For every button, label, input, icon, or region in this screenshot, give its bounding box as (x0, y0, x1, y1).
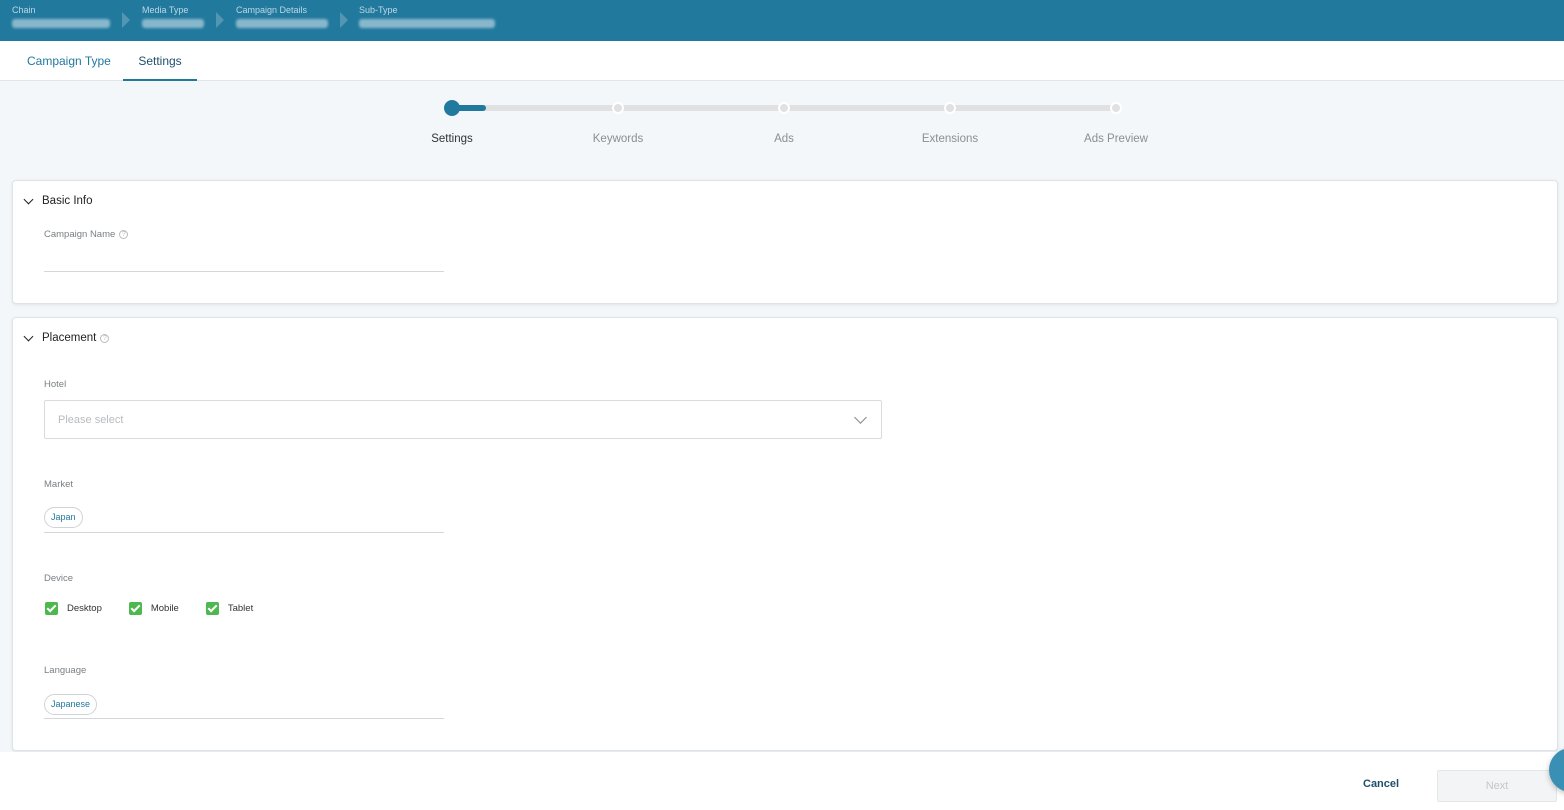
basic-info-title: Basic Info (42, 195, 93, 207)
checkbox-checked-icon[interactable] (45, 602, 58, 615)
step-label-settings: Settings (431, 133, 473, 145)
placement-title: Placement (42, 332, 97, 344)
device-checkbox-group: Desktop Mobile Tablet (45, 602, 280, 615)
footer-bar: Cancel Next (0, 752, 1564, 810)
breadcrumb-value-blurred (12, 19, 110, 28)
help-icon[interactable]: ? (119, 230, 129, 239)
breadcrumb-value-blurred (359, 19, 495, 28)
step-dot-ads-preview[interactable] (1110, 102, 1122, 114)
device-checkbox-tablet[interactable]: Tablet (205, 602, 254, 615)
step-label-extensions: Extensions (921, 133, 979, 145)
help-icon[interactable]: ? (100, 333, 110, 343)
tab-settings[interactable]: Settings (123, 41, 197, 81)
step-dot-ads[interactable] (778, 102, 790, 114)
chevron-down-icon (854, 411, 867, 424)
breadcrumb-label: Sub-Type (359, 5, 398, 15)
language-label: Language (44, 665, 87, 676)
basic-info-card: Basic Info Campaign Name ? (12, 180, 1558, 304)
campaign-name-label-text: Campaign Name (44, 229, 116, 240)
breadcrumb-separator-icon (122, 12, 130, 28)
hotel-label: Hotel (44, 379, 67, 390)
checkbox-checked-icon[interactable] (128, 602, 142, 615)
breadcrumb-value-blurred (236, 19, 328, 28)
breadcrumb-label: Media Type (142, 5, 189, 15)
breadcrumb-media-type[interactable]: Media Type (142, 5, 204, 28)
breadcrumb-chain[interactable]: Chain (12, 5, 110, 28)
breadcrumb-campaign-details[interactable]: Campaign Details (236, 5, 328, 28)
hotel-select-placeholder: Please select (58, 414, 124, 426)
chevron-down-icon (23, 331, 34, 341)
campaign-name-label: Campaign Name ? (44, 229, 129, 240)
placement-header[interactable]: Placement ? (23, 331, 110, 344)
breadcrumb-separator-icon (340, 12, 348, 28)
market-input-underline[interactable] (44, 532, 444, 533)
device-desktop-label: Desktop (67, 603, 102, 614)
next-button[interactable]: Next (1437, 770, 1557, 802)
market-label: Market (44, 479, 74, 490)
step-dot-keywords[interactable] (612, 102, 624, 114)
device-label: Device (44, 573, 74, 584)
step-label-ads-preview: Ads Preview (1084, 133, 1148, 145)
basic-info-header[interactable]: Basic Info (23, 194, 93, 207)
market-chip-japan[interactable]: Japan (44, 507, 83, 528)
top-breadcrumb-bar: Chain Media Type Campaign Details Sub-Ty… (0, 0, 1564, 41)
step-dot-extensions[interactable] (944, 102, 956, 114)
device-tablet-label: Tablet (227, 603, 254, 614)
checkbox-checked-icon[interactable] (205, 602, 219, 615)
cancel-button[interactable]: Cancel (1363, 778, 1399, 790)
breadcrumb-value-blurred (142, 19, 204, 28)
breadcrumb-sub-type[interactable]: Sub-Type (359, 5, 495, 28)
breadcrumb-separator-icon (216, 12, 224, 28)
step-label-keywords: Keywords (592, 133, 644, 145)
hotel-select[interactable]: Please select (44, 400, 882, 439)
language-input-underline[interactable] (44, 718, 444, 719)
device-mobile-label: Mobile (150, 603, 179, 614)
tab-bar: Campaign Type Settings (0, 41, 1564, 81)
step-label-ads: Ads (774, 133, 794, 145)
placement-card: Placement ? Hotel Please select Market J… (12, 317, 1558, 751)
breadcrumb-label: Chain (12, 5, 36, 15)
chevron-down-icon (23, 194, 34, 204)
tab-campaign-type[interactable]: Campaign Type (27, 41, 111, 81)
device-checkbox-mobile[interactable]: Mobile (128, 602, 179, 615)
device-checkbox-desktop[interactable]: Desktop (45, 602, 102, 615)
step-dot-settings[interactable] (444, 100, 460, 116)
language-chip-japanese[interactable]: Japanese (44, 694, 98, 715)
campaign-name-input[interactable] (44, 271, 444, 272)
breadcrumb-label: Campaign Details (236, 5, 308, 15)
